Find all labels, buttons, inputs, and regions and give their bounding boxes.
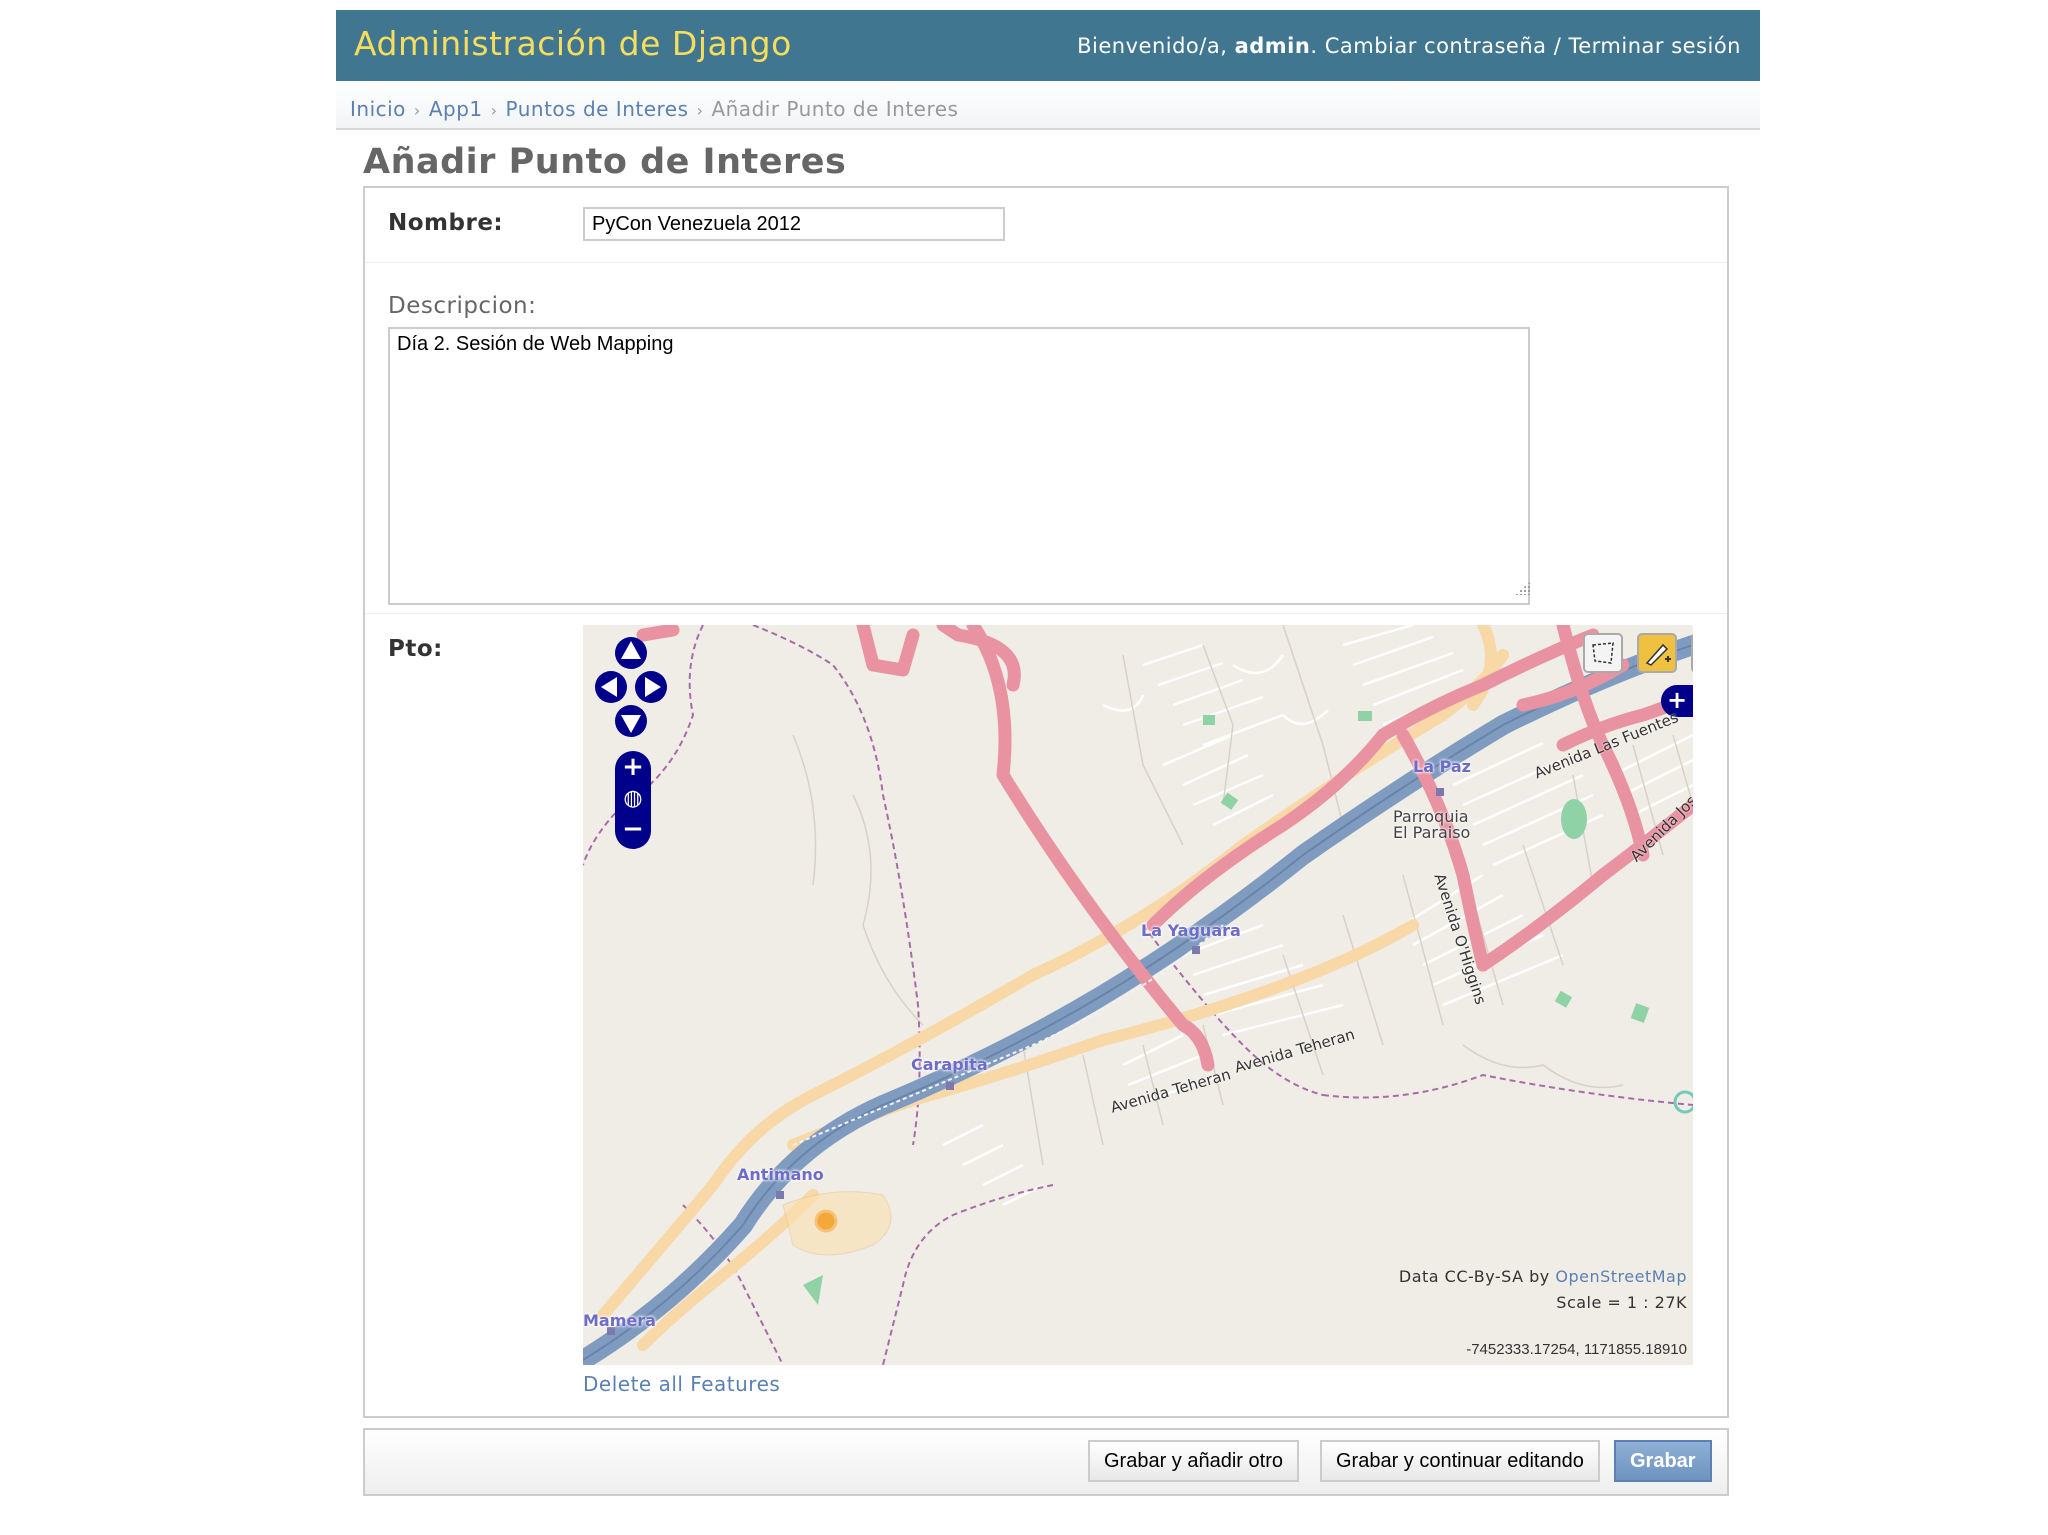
breadcrumb-home-link[interactable]: Inicio bbox=[350, 97, 406, 121]
save-add-another-button[interactable]: Grabar y añadir otro bbox=[1088, 1440, 1299, 1482]
form-module: Nombre: Descripcion: Día 2. Sesión de We… bbox=[363, 186, 1729, 1418]
site-title[interactable]: Administración de Django bbox=[354, 24, 792, 63]
form-row-pto: Pto: + ◍ − + La Paz Parroquia El Paraiso… bbox=[365, 614, 1727, 1416]
descripcion-label: Descripcion: bbox=[388, 293, 537, 319]
page-title: Añadir Punto de Interes bbox=[363, 142, 847, 182]
openstreetmap-link[interactable]: OpenStreetMap bbox=[1555, 1267, 1687, 1286]
place-label-la-yaguara: La Yaguara bbox=[1141, 921, 1241, 940]
breadcrumb-separator: › bbox=[413, 101, 421, 120]
place-label-antimano: Antimano bbox=[737, 1165, 824, 1184]
nombre-input[interactable] bbox=[583, 207, 1005, 241]
logout-link[interactable]: Terminar sesión bbox=[1568, 34, 1741, 58]
draw-point-tool-icon[interactable] bbox=[1637, 633, 1677, 673]
delete-all-features-link[interactable]: Delete all Features bbox=[583, 1372, 780, 1396]
map-attribution: Data CC-By-SA by OpenStreetMap bbox=[1399, 1267, 1687, 1286]
period: . bbox=[1310, 34, 1318, 58]
place-label-carapita: Carapita bbox=[911, 1055, 988, 1074]
breadcrumb: Inicio › App1 › Puntos de Interes › Añadir Pun… bbox=[336, 81, 1760, 130]
username: admin bbox=[1234, 34, 1311, 58]
map-widget[interactable]: + ◍ − + La Paz Parroquia El Paraiso La Y… bbox=[583, 625, 1693, 1365]
breadcrumb-current: Añadir Punto de Interes bbox=[711, 97, 959, 121]
change-password-link[interactable]: Cambiar contraseña bbox=[1325, 34, 1547, 58]
map-scale: Scale = 1 : 27K bbox=[1556, 1293, 1687, 1312]
pto-label: Pto: bbox=[388, 636, 443, 662]
draw-polygon-tool[interactable] bbox=[1583, 633, 1623, 673]
zoom-world-icon[interactable]: ◍ bbox=[618, 785, 648, 815]
breadcrumb-separator: › bbox=[490, 101, 498, 120]
form-row-descripcion: Descripcion: Día 2. Sesión de Web Mappin… bbox=[365, 263, 1727, 614]
breadcrumb-app-link[interactable]: App1 bbox=[429, 97, 483, 121]
submit-row: Grabar y añadir otro Grabar y continuar … bbox=[363, 1428, 1729, 1496]
save-continue-button[interactable]: Grabar y continuar editando bbox=[1320, 1440, 1600, 1482]
pan-hand-tool-icon[interactable] bbox=[1691, 633, 1693, 673]
attribution-prefix: Data CC-By-SA by bbox=[1398, 1267, 1550, 1286]
zoom-bar: + ◍ − bbox=[615, 751, 651, 849]
zoom-in-button[interactable]: + bbox=[618, 753, 648, 783]
pan-control[interactable] bbox=[595, 637, 667, 737]
admin-page: Administración de Django Bienvenido/a, a… bbox=[336, 10, 1760, 1496]
header: Administración de Django Bienvenido/a, a… bbox=[336, 10, 1760, 81]
form-row-nombre: Nombre: bbox=[365, 188, 1727, 263]
zoom-out-button[interactable]: − bbox=[618, 815, 648, 845]
descripcion-textarea[interactable]: Día 2. Sesión de Web Mapping bbox=[388, 327, 1530, 605]
save-button[interactable]: Grabar bbox=[1614, 1440, 1712, 1482]
user-tools-separator: / bbox=[1553, 34, 1562, 58]
place-label-parroquia-line2: El Paraiso bbox=[1393, 823, 1471, 842]
breadcrumb-model-link[interactable]: Puntos de Interes bbox=[506, 97, 689, 121]
user-tools: Bienvenido/a, admin. Cambiar contraseña … bbox=[1077, 34, 1741, 58]
mouse-coordinates: -7452333.17254, 1171855.18910 bbox=[1466, 1341, 1687, 1358]
welcome-text: Bienvenido/a, bbox=[1077, 34, 1228, 58]
breadcrumb-separator: › bbox=[696, 101, 704, 120]
place-label-la-paz: La Paz bbox=[1413, 757, 1471, 776]
nombre-label: Nombre: bbox=[388, 210, 504, 236]
place-label-mamera: Mamera bbox=[583, 1311, 656, 1330]
map-tiles bbox=[583, 625, 1693, 1365]
